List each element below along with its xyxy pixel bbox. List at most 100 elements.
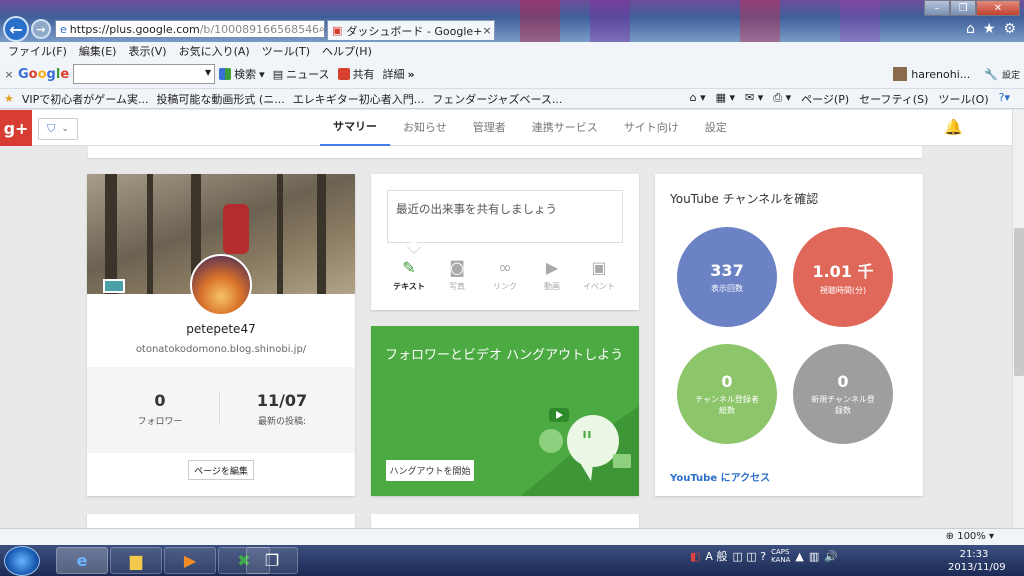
ie-page-icon: e (60, 22, 67, 36)
taskbar-explorer[interactable]: ▆ (110, 547, 162, 574)
youtube-link[interactable]: YouTube にアクセス (670, 469, 770, 484)
share-icon (337, 68, 350, 80)
share-video-button[interactable]: ▶ 動画 (532, 258, 572, 292)
network-icon[interactable]: ▥ (809, 550, 819, 563)
clock[interactable]: 21:33 2013/11/09 (948, 548, 1006, 574)
svg-text:": " (581, 427, 593, 457)
bell-icon[interactable]: 🔔 (944, 118, 963, 136)
profile-name[interactable]: petepete47 (87, 322, 355, 336)
dropdown-arrow-icon[interactable]: ▼ (205, 68, 211, 77)
edit-page-button[interactable]: ページを編集 (188, 460, 254, 480)
close-tab-icon[interactable]: × (482, 24, 494, 37)
tab-managers[interactable]: 管理者 (460, 110, 519, 146)
search-button[interactable]: 検索 ▾ (219, 66, 265, 82)
menu-favorites[interactable]: お気に入り(A) (179, 43, 250, 59)
share-link-button[interactable]: ∞ リンク (485, 258, 525, 292)
menu-edit[interactable]: 編集(E) (79, 43, 117, 59)
menu-file[interactable]: ファイル(F) (8, 43, 67, 59)
top-card-strip (88, 146, 922, 158)
tray-expand-icon[interactable]: ▲ (795, 550, 803, 563)
share-photo-label: 写真 (449, 282, 465, 291)
page-switcher-button[interactable]: ⛉ ⌄ (38, 118, 78, 140)
zoom-control[interactable]: ⊕ 100% ▾ (946, 531, 994, 542)
tab-title: ダッシュボード - Google+ (346, 24, 483, 38)
new-subscribers-circle: 0 新規チャンネル登 録数 (793, 344, 893, 444)
profile-url[interactable]: otonatokodomono.blog.shinobi.jp/ (87, 344, 355, 355)
tab-summary[interactable]: サマリー (320, 110, 390, 146)
last-post-date: 11/07 (256, 391, 308, 410)
home-icon[interactable]: ⌂ ▾ (690, 91, 706, 107)
views-label: 表示回数 (711, 283, 743, 293)
google-logo: Google (18, 66, 70, 82)
browser-tab[interactable]: ▣ ダッシュボード - Google+ × (327, 20, 495, 40)
minimize-button[interactable]: – (924, 0, 950, 16)
share-text-label: テキスト (393, 282, 425, 291)
views-value: 337 (710, 260, 744, 280)
close-toolbar-icon[interactable]: × (0, 68, 18, 81)
news-button[interactable]: ▤ ニュース (273, 66, 330, 82)
taskbar-window-switcher[interactable]: ❐ (246, 547, 298, 574)
favorite-link-4[interactable]: フェンダージャズベース... (432, 91, 562, 107)
menu-help[interactable]: ヘルプ(H) (322, 43, 372, 59)
favorite-link-2[interactable]: 投稿可能な動画形式 (ニ... (156, 91, 284, 107)
search-label: 検索 (234, 68, 257, 81)
tab-notifications[interactable]: お知らせ (390, 110, 460, 146)
ime-icon[interactable]: A 般 (705, 548, 727, 564)
youtube-card-title: YouTube チャンネルを確認 (670, 192, 819, 206)
favorites-star-icon[interactable]: ★ (4, 92, 14, 105)
window-switcher-icon: ❐ (264, 551, 280, 570)
gplus-logo[interactable]: g+ (0, 110, 32, 146)
subscribers-value: 0 (721, 372, 733, 391)
start-button[interactable] (4, 546, 40, 576)
share-photo-button[interactable]: ◙ 写真 (437, 258, 477, 292)
tab-favicon: ▣ (332, 24, 343, 37)
close-window-button[interactable]: ✕ (976, 0, 1020, 16)
tools-menu[interactable]: ツール(O) (938, 91, 988, 107)
menu-view[interactable]: 表示(V) (128, 43, 166, 59)
home-icon[interactable]: ⌂ (966, 21, 975, 37)
tab-for-sites[interactable]: サイト向け (611, 110, 692, 146)
scrollbar-thumb[interactable] (1014, 228, 1024, 376)
google-search-input[interactable]: ▼ (73, 64, 216, 84)
start-hangout-button[interactable]: ハングアウトを開始 (386, 460, 474, 481)
clock-date: 2013/11/09 (948, 562, 1006, 573)
feeds-icon[interactable]: ▦ ▾ (716, 91, 735, 107)
arrow-right-icon: → (36, 22, 46, 36)
vertical-scrollbar[interactable] (1012, 110, 1024, 528)
profile-avatar[interactable] (190, 254, 252, 316)
background-decoration (740, 0, 780, 42)
details-button[interactable]: 詳細» (383, 66, 415, 82)
tray-icons[interactable]: ◫ ◫ ? (732, 550, 766, 563)
tab-linked-services[interactable]: 連携サービス (519, 110, 611, 146)
address-bar[interactable]: e https://plus.google.com/b/100089166568… (55, 20, 325, 38)
taskbar-media-player[interactable]: ▶ (164, 547, 216, 574)
taskbar-ie[interactable]: e (56, 547, 108, 574)
tab-settings[interactable]: 設定 (692, 110, 740, 146)
help-icon[interactable]: ?▾ (999, 91, 1010, 107)
settings-label[interactable]: 設定 (1002, 68, 1020, 81)
google-search-icon (219, 68, 232, 80)
favorite-link-1[interactable]: VIPで初心者がゲーム実... (22, 91, 149, 107)
favorites-star-icon[interactable]: ★ (983, 21, 996, 37)
mail-icon[interactable]: ✉ ▾ (745, 91, 763, 107)
volume-icon[interactable]: 🔊 (824, 550, 838, 563)
favorite-link-3[interactable]: エレキギター初心者入門... (293, 91, 425, 107)
profile-card: petepete47 otonatokodomono.blog.shinobi.… (87, 174, 355, 496)
search-icon[interactable]: ⌕ (319, 24, 324, 35)
watch-time-circle: 1.01 千 視聴時間(分) (793, 227, 893, 327)
page-menu[interactable]: ページ(P) (801, 91, 849, 107)
menu-tools[interactable]: ツール(T) (262, 43, 310, 59)
share-event-button[interactable]: ▣ イベント (579, 258, 619, 292)
back-button[interactable]: ← (3, 16, 29, 42)
share-input[interactable]: 最近の出来事を共有しましょう (387, 190, 623, 243)
gear-icon[interactable]: ⚙ (1003, 21, 1016, 37)
print-icon[interactable]: ⎙ ▾ (773, 91, 791, 107)
share-text-button[interactable]: ✎ テキスト (389, 258, 429, 292)
username-label[interactable]: harenohi... (911, 68, 970, 81)
share-button[interactable]: 共有 (337, 66, 375, 82)
tray-app-icon[interactable]: ◧ (690, 550, 700, 563)
forward-button[interactable]: → (31, 19, 51, 39)
maximize-button[interactable]: ❐ (950, 0, 976, 16)
wrench-icon[interactable]: 🔧 (984, 68, 998, 81)
safety-menu[interactable]: セーフティ(S) (859, 91, 928, 107)
